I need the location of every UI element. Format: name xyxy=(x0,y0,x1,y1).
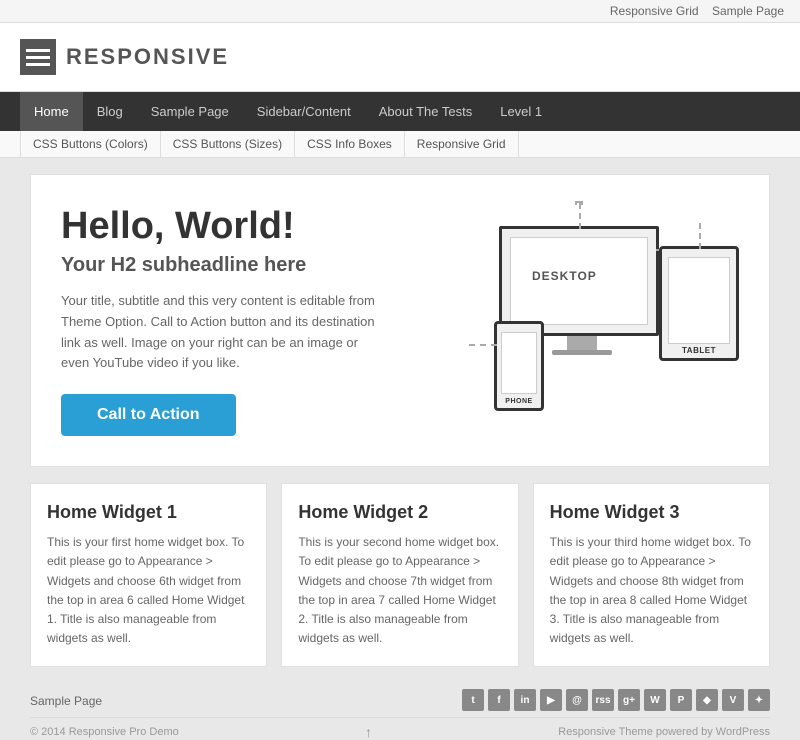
footer-links: Sample Page xyxy=(30,692,102,708)
cta-button[interactable]: Call to Action xyxy=(61,394,236,436)
widget-1-title: Home Widget 1 xyxy=(47,502,250,523)
footer-top: Sample Page t f in ▶ @ rss g+ W P ◆ V ✦ xyxy=(30,683,770,718)
widget-box-2: Home Widget 2 This is your second home w… xyxy=(281,483,518,667)
widget-1-text: This is your first home widget box. To e… xyxy=(47,533,250,648)
subnav-item-css-info[interactable]: CSS Info Boxes xyxy=(295,131,405,157)
dashed-arrow-phone-left xyxy=(469,344,497,346)
topbar-link-sample[interactable]: Sample Page xyxy=(712,4,784,18)
tablet-label: TABLET xyxy=(682,346,716,355)
widget-3-text: This is your third home widget box. To e… xyxy=(550,533,753,648)
dashed-arrow-top xyxy=(579,203,581,229)
social-wp[interactable]: W xyxy=(644,689,666,711)
social-gplus[interactable]: g+ xyxy=(618,689,640,711)
subnav-item-responsive-grid[interactable]: Responsive Grid xyxy=(405,131,519,157)
widgets-row: Home Widget 1 This is your first home wi… xyxy=(30,483,770,667)
widget-3-title: Home Widget 3 xyxy=(550,502,753,523)
tablet-device: TABLET xyxy=(659,246,739,361)
site-logo-text: RESPONSIVE xyxy=(66,44,229,70)
logo-bar xyxy=(26,49,50,52)
hero-device-illustration: DESKTOP TABLET PHONE xyxy=(479,226,739,416)
social-email[interactable]: @ xyxy=(566,689,588,711)
dashed-arrow-tablet-top xyxy=(699,223,701,249)
social-facebook[interactable]: f xyxy=(488,689,510,711)
social-pinterest[interactable]: P xyxy=(670,689,692,711)
footer-powered: Responsive Theme powered by WordPress xyxy=(558,726,770,738)
social-twitter[interactable]: t xyxy=(462,689,484,711)
nav-item-level1[interactable]: Level 1 xyxy=(486,92,556,131)
scroll-up-arrow[interactable]: ↑ xyxy=(365,724,372,740)
subnav-item-css-sizes[interactable]: CSS Buttons (Sizes) xyxy=(161,131,295,157)
footer-social: t f in ▶ @ rss g+ W P ◆ V ✦ xyxy=(462,689,770,711)
social-youtube[interactable]: ▶ xyxy=(540,689,562,711)
nav-item-home[interactable]: Home xyxy=(20,92,83,131)
main-wrapper: Hello, World! Your H2 subheadline here Y… xyxy=(20,174,780,667)
hero-subheading: Your H2 subheadline here xyxy=(61,254,459,277)
social-flickr[interactable]: ◆ xyxy=(696,689,718,711)
hero-section: Hello, World! Your H2 subheadline here Y… xyxy=(30,174,770,467)
logo-bar xyxy=(26,56,50,59)
logo-hamburger-icon xyxy=(20,39,56,75)
widget-box-3: Home Widget 3 This is your third home wi… xyxy=(533,483,770,667)
site-header: RESPONSIVE xyxy=(0,23,800,92)
top-bar: Responsive Grid Sample Page xyxy=(0,0,800,23)
footer-bottom: © 2014 Responsive Pro Demo ↑ Responsive … xyxy=(30,724,770,740)
desktop-label: DESKTOP xyxy=(532,269,597,283)
monitor-stand xyxy=(567,336,597,350)
arrow-head-top xyxy=(575,201,583,205)
tablet-screen xyxy=(668,257,730,344)
logo-bar xyxy=(26,63,50,66)
nav-item-sample[interactable]: Sample Page xyxy=(137,92,243,131)
social-linkedin[interactable]: in xyxy=(514,689,536,711)
nav-item-about[interactable]: About The Tests xyxy=(365,92,486,131)
widget-2-text: This is your second home widget box. To … xyxy=(298,533,501,648)
subnav-item-css-colors[interactable]: CSS Buttons (Colors) xyxy=(20,131,161,157)
hero-heading: Hello, World! xyxy=(61,205,459,248)
site-logo: RESPONSIVE xyxy=(20,39,229,75)
desktop-monitor: DESKTOP xyxy=(499,226,659,336)
social-vine[interactable]: ✦ xyxy=(748,689,770,711)
social-vimeo[interactable]: V xyxy=(722,689,744,711)
sub-nav: CSS Buttons (Colors) CSS Buttons (Sizes)… xyxy=(0,131,800,158)
social-rss[interactable]: rss xyxy=(592,689,614,711)
widget-2-title: Home Widget 2 xyxy=(298,502,501,523)
phone-screen xyxy=(501,332,537,394)
widget-box-1: Home Widget 1 This is your first home wi… xyxy=(30,483,267,667)
monitor-base xyxy=(552,350,612,355)
topbar-link-grid[interactable]: Responsive Grid xyxy=(610,4,699,18)
phone-label: PHONE xyxy=(505,398,532,405)
hero-content: Hello, World! Your H2 subheadline here Y… xyxy=(61,205,459,436)
main-nav: Home Blog Sample Page Sidebar/Content Ab… xyxy=(0,92,800,131)
footer-copyright: © 2014 Responsive Pro Demo xyxy=(30,726,179,738)
nav-item-blog[interactable]: Blog xyxy=(83,92,137,131)
hero-body-text: Your title, subtitle and this very conte… xyxy=(61,291,381,374)
footer-sample-link[interactable]: Sample Page xyxy=(30,694,102,708)
phone-device: PHONE xyxy=(494,321,544,411)
nav-item-sidebar[interactable]: Sidebar/Content xyxy=(243,92,365,131)
